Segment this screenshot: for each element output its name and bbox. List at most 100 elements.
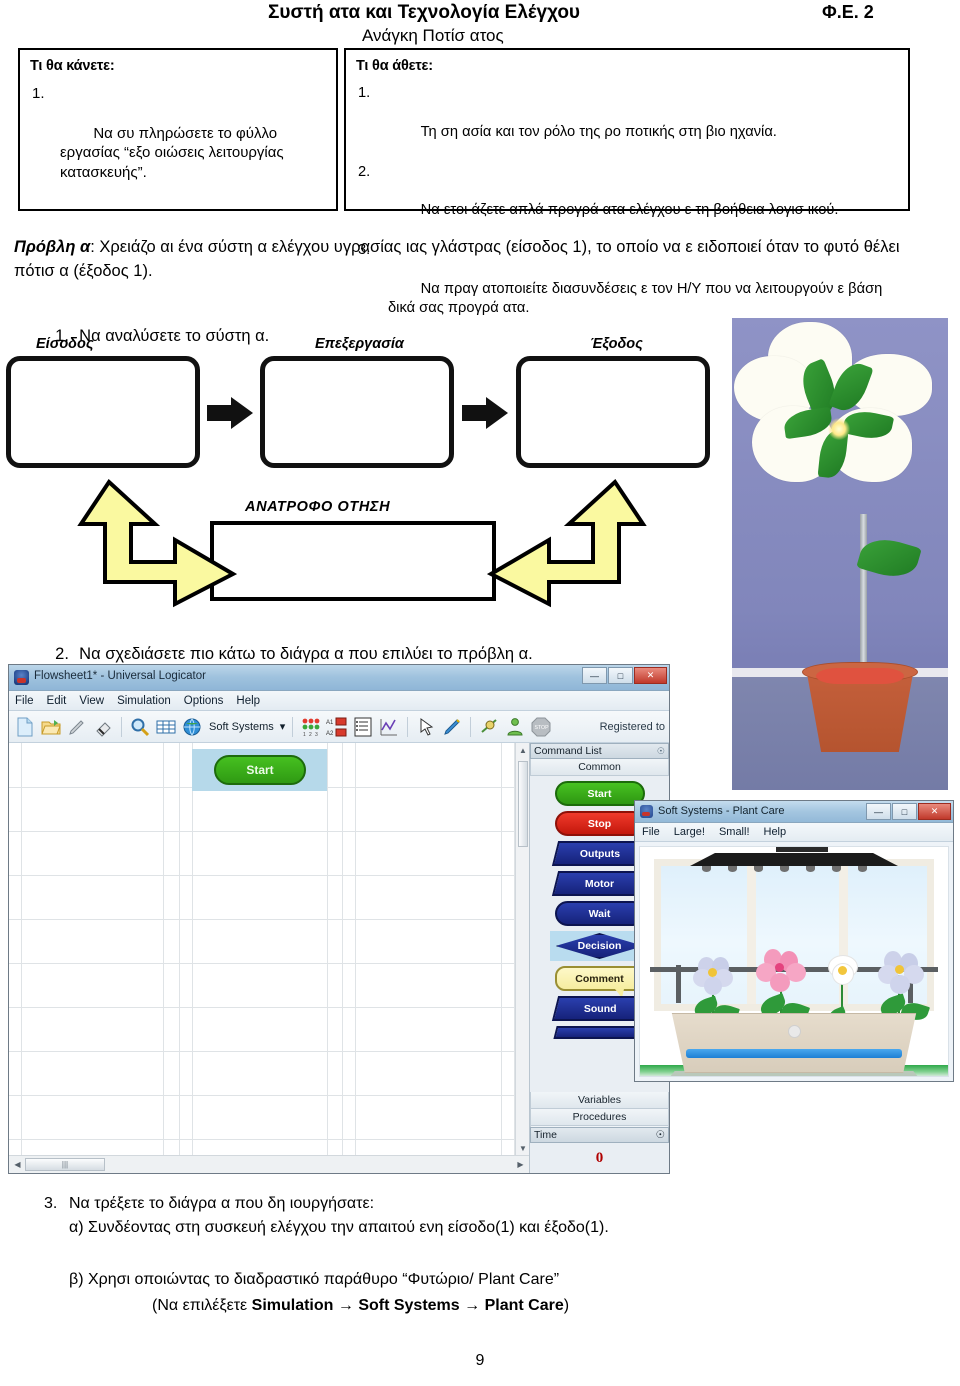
command-item-start[interactable]: Start [554,781,645,806]
plant-care-simulation-stage[interactable] [639,846,949,1077]
command-tab-common[interactable]: Common [530,759,669,776]
list-item-number: 1. [358,85,371,101]
logicator-window: Flowsheet1* - Universal Logicator — □ ✕ … [8,664,670,1174]
diagram-box-output[interactable] [516,356,710,468]
new-document-icon[interactable] [14,716,36,738]
diagram-box-input[interactable] [6,356,200,468]
command-item-wait[interactable]: Wait [554,901,645,926]
command-tab-procedures[interactable]: Procedures [530,1109,669,1126]
pointer-icon[interactable] [415,716,437,738]
pencil-icon[interactable] [441,716,463,738]
diagram-box-process[interactable] [260,356,454,468]
menu-item-edit[interactable]: Edit [47,695,67,707]
analog-icon[interactable]: A1 A2 [326,716,348,738]
grow-lamp-icon [690,853,898,866]
canvas-vertical-scrollbar[interactable]: ▲ ▼ [515,743,529,1155]
link-icon[interactable] [478,716,500,738]
flowsheet-canvas[interactable]: Start [9,743,529,1155]
photo-led-icon [828,418,850,440]
flowsheet-node-start[interactable]: Start [214,755,306,785]
globe-icon[interactable] [181,716,203,738]
lamp-bulb [806,866,815,872]
maximize-button[interactable]: □ [608,667,633,684]
page-subtitle: Ανάγκη Ποτίσ ατος [362,26,504,45]
diagram-box-feedback[interactable] [210,521,496,601]
problem-text: : Χρειάζο αι ένα σύστη α ελέγχου υγρασία… [14,238,900,280]
step-3: 3. Να τρέξετε το διάγρα α που δη ιουργήσα… [44,1192,924,1318]
list-item-number: 2. [358,163,371,180]
menu-item-help[interactable]: Help [764,826,787,838]
menu-item-small[interactable]: Small! [719,826,750,838]
svg-text:A2: A2 [326,731,334,737]
command-item-blank[interactable] [552,1026,647,1039]
scroll-right-arrow-icon[interactable]: ▶ [514,1158,527,1171]
scroll-left-arrow-icon[interactable]: ◀ [11,1158,24,1171]
eraser-icon[interactable] [92,716,114,738]
stop-icon[interactable]: STOP [530,716,552,738]
lamp-bulb [832,866,841,872]
step-3-sub-a: α) Συνδέοντας στη συσκευή ελέγχου την απ… [69,1219,609,1236]
logicator-toolbar: Soft Systems ▾ 123 A1 A2 STOP Registered… [9,711,669,743]
maximize-button[interactable]: □ [892,803,917,820]
menu-item-file[interactable]: File [15,695,34,707]
magnifier-icon[interactable] [129,716,151,738]
listbox-icon[interactable] [352,716,374,738]
feedback-arrow-left-icon [77,478,237,608]
chevron-down-icon[interactable]: ▾ [280,720,286,733]
canvas-horizontal-scrollbar[interactable]: ◀ ||| ▶ [9,1155,529,1173]
scroll-down-arrow-icon[interactable]: ▼ [516,1141,530,1155]
diagram-label-output: Έξοδος [590,336,643,352]
page-header: Συστή ατα και Τεχνολογία Ελέγχου Φ.Ε. 2 … [0,0,960,46]
water-level-indicator [686,1049,902,1058]
command-list-header: Command List ☉ [530,743,669,759]
svg-text:3: 3 [315,732,318,738]
pin-icon[interactable]: ☉ [656,1129,665,1141]
close-button[interactable]: ✕ [918,803,951,820]
logicator-window-title: Flowsheet1* - Universal Logicator [34,670,206,682]
menu-item-large[interactable]: Large! [674,826,705,838]
menu-path-soft-systems: Soft Systems [358,1297,460,1314]
page-title: Συστή ατα και Τεχνολογία Ελέγχου [268,2,580,23]
list-item-number: 1. [32,85,45,102]
feedback-label: ΑΝΑΤΡΟΦΟ ΟΤΗΣΗ [245,499,391,515]
graph-icon[interactable] [378,716,400,738]
command-tab-variables[interactable]: Variables [530,1092,669,1109]
command-item-comment[interactable]: Comment [554,966,645,998]
menu-path-prefix: (Να επιλέξετε [152,1297,252,1314]
scroll-up-arrow-icon[interactable]: ▲ [516,743,530,757]
horizontal-scroll-thumb[interactable]: ||| [25,1158,105,1171]
pin-icon[interactable]: ☉ [657,746,665,757]
minimize-button[interactable]: — [866,803,891,820]
close-button[interactable]: ✕ [634,667,667,684]
svg-text:1: 1 [303,732,306,738]
leds-icon[interactable]: 123 [300,716,322,738]
time-value: 0 [595,1150,604,1166]
command-list-title: Command List [534,745,602,757]
problem-statement: Πρόβλη α: Χρειάζο αι ένα σύστη α ελέγχου… [14,236,914,284]
plant-care-app-icon [640,805,653,818]
plant-care-menubar: File Large! Small! Help [635,823,953,842]
menu-item-simulation[interactable]: Simulation [117,695,171,707]
pen-icon[interactable] [66,716,88,738]
menu-item-file[interactable]: File [642,826,660,838]
planter-sensor-knob[interactable] [788,1025,801,1038]
step-2-number: 2. [55,645,69,663]
what-you-will-do-list: 1. Να συ πληρώσετε το φύλλο εργασίας “εξ… [30,84,326,203]
menu-item-help[interactable]: Help [236,695,260,707]
grid-icon[interactable] [155,716,177,738]
minimize-button[interactable]: — [582,667,607,684]
vertical-scroll-thumb[interactable] [518,761,528,847]
registered-to-label: Registered to [599,720,665,733]
black-arrow-right-icon [462,397,508,429]
menu-item-options[interactable]: Options [184,695,224,707]
command-item-stop[interactable]: Stop [554,811,645,836]
plant-care-titlebar: Soft Systems - Plant Care — □ ✕ [635,801,953,823]
menu-item-view[interactable]: View [79,695,104,707]
soft-systems-label[interactable]: Soft Systems [209,721,274,733]
system-analysis-diagram: Είσοδος Επεξεργασία Έξοδος ΑΝΑΤΡΟΦΟ ΟΤΗΣ… [0,336,730,626]
step-2-text: Να σχεδιάσετε πιο κάτω το διάγρα α που ε… [79,645,533,663]
open-folder-icon[interactable] [40,716,62,738]
lamp-bulb [754,866,763,872]
plant-care-window-controls: — □ ✕ [866,803,951,820]
person-icon[interactable] [504,716,526,738]
